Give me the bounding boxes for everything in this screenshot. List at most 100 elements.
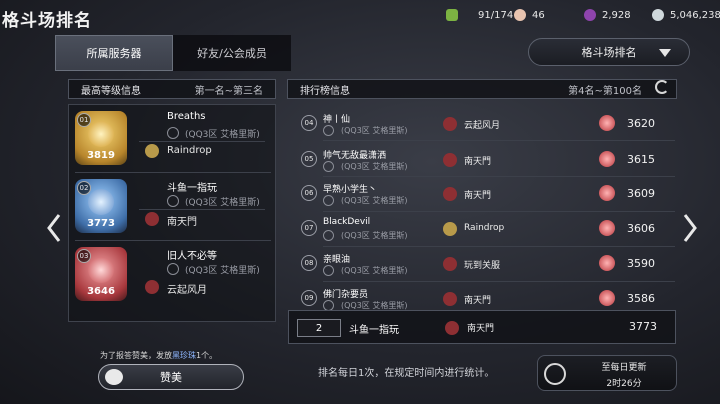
top-ranks-header: 最高等级信息 第一名~第三名: [68, 79, 276, 99]
player-name: BlackDevil: [323, 217, 371, 227]
gem-value: 2,928: [602, 9, 631, 21]
guild-emblem-icon: [443, 257, 457, 271]
server-icon: [167, 195, 179, 207]
resource-stamina: 91/174: [446, 9, 513, 21]
server-icon: [323, 125, 334, 136]
player-server: (QQ3区 艾格里斯): [341, 266, 408, 275]
guild-name: 南天門: [464, 191, 492, 201]
rank-badge-silver: 02 3773: [75, 179, 127, 233]
rank-badge-bronze: 03 3646: [75, 247, 127, 301]
silver-value: 5,046,238: [670, 9, 720, 21]
leaderboard-row[interactable]: 07 BlackDevil (QQ3区 艾格里斯) Raindrop 3606: [299, 211, 669, 245]
guild-name: 玩到关服: [464, 261, 501, 271]
my-guild-name: 南天門: [467, 324, 495, 334]
chevron-down-icon: [659, 49, 671, 57]
chevron-right-icon[interactable]: [682, 213, 698, 243]
guild-name: 云起风月: [167, 285, 207, 296]
praise-reward-item: 黑珍珠: [172, 351, 196, 360]
refresh-icon[interactable]: [655, 80, 669, 94]
guild-name: 南天門: [167, 217, 197, 228]
top-entry-3[interactable]: 03 3646 旧人不必等 (QQ3区 艾格里斯) 云起风月: [69, 241, 277, 307]
player-server: (QQ3区 艾格里斯): [185, 198, 260, 208]
rank-score: 3819: [87, 150, 115, 161]
tier-icon: [599, 255, 615, 271]
tier-icon: [599, 290, 615, 306]
tab-own-server[interactable]: 所属服务器: [55, 35, 173, 71]
ranking-type-dropdown[interactable]: 格斗场排名: [528, 38, 690, 66]
player-server: (QQ3区 艾格里斯): [341, 126, 408, 135]
player-name: 亲眼油: [323, 255, 351, 265]
rank-score: 3590: [627, 257, 655, 270]
tier-icon: [599, 151, 615, 167]
guild-emblem-icon: [145, 144, 159, 158]
pearl-icon: [514, 9, 526, 21]
top-entry-2[interactable]: 02 3773 斗鱼一指玩 (QQ3区 艾格里斯) 南天門: [69, 173, 277, 239]
guild-name: Raindrop: [464, 223, 505, 233]
guild-emblem-icon: [443, 292, 457, 306]
leaderboard-row[interactable]: 09 佛门杂要员 (QQ3区 艾格里斯) 南天門 3586: [299, 281, 669, 310]
player-server: (QQ3区 艾格里斯): [185, 130, 260, 140]
player-name: 早熟小学生丶: [323, 185, 378, 195]
thumbs-up-icon: [105, 369, 123, 385]
leaderboard-row[interactable]: 04 神丨仙 (QQ3区 艾格里斯) 云起风月 3620: [299, 106, 669, 140]
update-timer: 至每日更新 2时26分: [537, 355, 677, 391]
praise-description: 为了报答赞美，发放黑珍珠1个。: [100, 350, 217, 361]
ranking-notice: 排名每日1次，在规定时间内进行统计。: [318, 368, 495, 379]
chevron-left-icon[interactable]: [46, 213, 62, 243]
rank-score: 3646: [87, 286, 115, 297]
player-server: (QQ3区 艾格里斯): [185, 266, 260, 276]
rank-score: 3773: [87, 218, 115, 229]
player-name: Breaths: [167, 111, 206, 122]
server-icon: [323, 161, 334, 172]
rank-number: 03: [77, 249, 91, 263]
divider: [139, 209, 265, 210]
leaderboard-row[interactable]: 06 早熟小学生丶 (QQ3区 艾格里斯) 南天門 3609: [299, 176, 669, 210]
top-entry-1[interactable]: 01 3819 Breaths (QQ3区 艾格里斯) Raindrop: [69, 105, 277, 171]
dropdown-selected: 格斗场排名: [581, 46, 637, 59]
guild-name: 云起风月: [464, 121, 501, 131]
tab-friends-guild[interactable]: 好友/公会成员: [173, 35, 291, 71]
tier-icon: [599, 115, 615, 131]
leaderboard-range: 第4名~第100名: [568, 85, 642, 97]
stamina-value: 91/174: [478, 9, 514, 21]
my-rank-number: 2: [297, 319, 341, 337]
praise-button[interactable]: 赞美: [98, 364, 244, 390]
praise-text-suffix: 1个。: [196, 351, 218, 360]
leaderboard-row[interactable]: 05 帅气无敌最潇洒 (QQ3区 艾格里斯) 南天門 3615: [299, 142, 669, 176]
pearl-value: 46: [532, 9, 545, 21]
server-icon: [167, 127, 179, 139]
server-icon: [323, 265, 334, 276]
resource-silver: 5,046,238: [652, 9, 720, 21]
player-server: (QQ3区 艾格里斯): [341, 162, 408, 171]
silver-emblem-icon: [88, 189, 114, 215]
rank-number: 08: [301, 255, 317, 271]
rank-number: 02: [77, 181, 91, 195]
guild-emblem-icon: [443, 117, 457, 131]
timer-label: 至每日更新: [601, 363, 647, 373]
guild-emblem-icon: [145, 212, 159, 226]
bronze-emblem-icon: [88, 257, 114, 283]
guild-emblem-icon: [443, 153, 457, 167]
server-icon: [323, 300, 334, 310]
rank-number: 05: [301, 151, 317, 167]
timer-value: 2时26分: [606, 379, 642, 389]
my-rank-row: 2 斗鱼一指玩 南天門 3773: [288, 310, 676, 344]
rank-badge-gold: 01 3819: [75, 111, 127, 165]
my-player-name: 斗鱼一指玩: [349, 325, 399, 336]
resource-pearl: 46: [514, 9, 545, 21]
guild-emblem-icon: [443, 222, 457, 236]
rank-score: 3609: [627, 187, 655, 200]
player-name: 斗鱼一指玩: [167, 183, 217, 194]
gold-emblem-icon: [88, 121, 114, 147]
divider: [323, 140, 675, 141]
clock-icon: [544, 363, 566, 385]
leaderboard-row[interactable]: 08 亲眼油 (QQ3区 艾格里斯) 玩到关服 3590: [299, 246, 669, 280]
my-rank-score: 3773: [629, 320, 657, 333]
top-ranks-title: 最高等级信息: [81, 85, 141, 97]
player-server: (QQ3区 艾格里斯): [341, 196, 408, 205]
player-server: (QQ3区 艾格里斯): [341, 231, 408, 240]
rank-score: 3615: [627, 153, 655, 166]
top-three-list: 01 3819 Breaths (QQ3区 艾格里斯) Raindrop 02 …: [68, 104, 276, 322]
rank-number: 06: [301, 185, 317, 201]
guild-emblem-icon: [145, 280, 159, 294]
